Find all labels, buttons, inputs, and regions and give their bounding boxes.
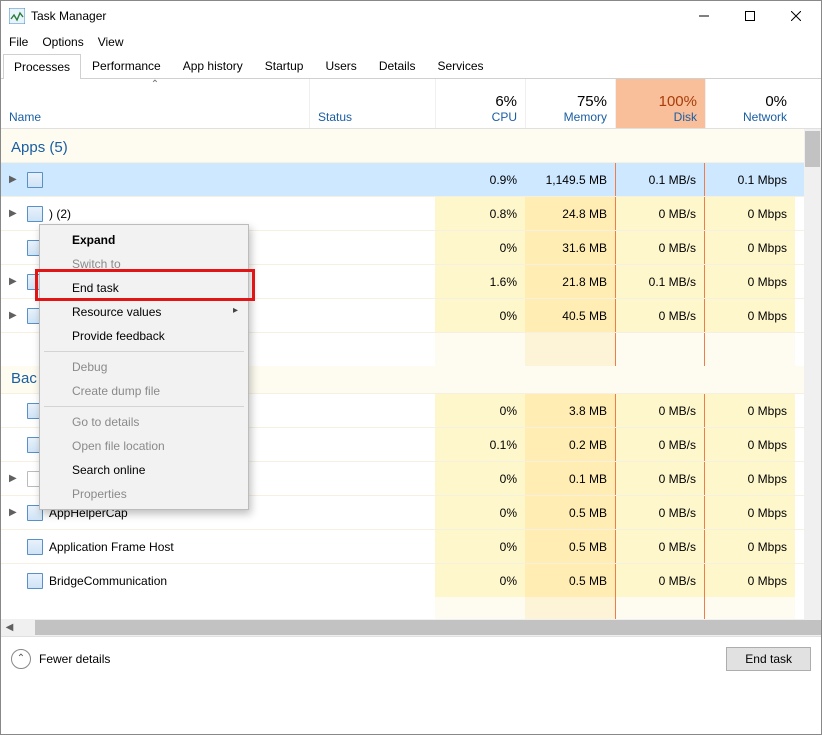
fewer-details-label: Fewer details: [39, 652, 110, 666]
fewer-details-toggle[interactable]: ⌃ Fewer details: [11, 649, 718, 669]
tab-app-history[interactable]: App history: [172, 53, 254, 78]
ctx-expand[interactable]: Expand: [42, 228, 246, 252]
col-network[interactable]: 0% Network: [705, 79, 795, 128]
process-icon: [27, 573, 43, 589]
minimize-button[interactable]: [681, 1, 727, 31]
tab-details[interactable]: Details: [368, 53, 427, 78]
ctx-provide-feedback[interactable]: Provide feedback: [42, 324, 246, 348]
tab-processes[interactable]: Processes: [3, 54, 81, 79]
menu-view[interactable]: View: [98, 35, 124, 49]
table-row[interactable]: Application Frame Host 0% 0.5 MB 0 MB/s …: [1, 529, 821, 563]
ctx-resource-values[interactable]: Resource values: [42, 300, 246, 324]
process-name: BridgeCommunication: [49, 574, 167, 588]
titlebar: Task Manager: [1, 1, 821, 31]
horizontal-scrollbar[interactable]: ◀: [1, 619, 821, 636]
tab-performance[interactable]: Performance: [81, 53, 172, 78]
process-icon: [27, 539, 43, 555]
cell-disk: 0.1 MB/s: [615, 163, 705, 196]
ctx-debug: Debug: [42, 355, 246, 379]
expand-icon[interactable]: ▶: [9, 174, 21, 185]
process-name: Application Frame Host: [49, 540, 174, 554]
close-button[interactable]: [773, 1, 819, 31]
scroll-left-icon[interactable]: ◀: [1, 622, 18, 633]
window-title: Task Manager: [31, 9, 106, 23]
col-memory[interactable]: 75% Memory: [525, 79, 615, 128]
col-name[interactable]: ⌃ Name: [1, 79, 309, 128]
expand-icon[interactable]: ▶: [9, 310, 21, 321]
cell-cpu: 0.9%: [435, 163, 525, 196]
expand-icon[interactable]: ▶: [9, 507, 21, 518]
process-icon: [27, 206, 43, 222]
sort-caret-icon: ⌃: [151, 79, 159, 90]
column-headers: ⌃ Name Status 6% CPU 75% Memory 100% Dis…: [1, 79, 821, 129]
group-apps-header[interactable]: Apps (5): [1, 129, 821, 162]
ctx-separator: [44, 351, 244, 352]
ctx-create-dump: Create dump file: [42, 379, 246, 403]
tab-startup[interactable]: Startup: [254, 53, 315, 78]
menu-file[interactable]: File: [9, 35, 28, 49]
col-disk-label: Disk: [674, 110, 697, 124]
vertical-scrollbar[interactable]: [804, 129, 821, 619]
menubar: File Options View: [1, 31, 821, 53]
expand-icon[interactable]: ▶: [9, 276, 21, 287]
col-cpu-pct: 6%: [495, 93, 517, 110]
col-mem-label: Memory: [564, 110, 607, 124]
col-name-label: Name: [9, 110, 301, 124]
ctx-search-online[interactable]: Search online: [42, 458, 246, 482]
ctx-separator: [44, 406, 244, 407]
ctx-end-task[interactable]: End task: [42, 276, 246, 300]
footer: ⌃ Fewer details End task: [1, 636, 821, 680]
scroll-thumb[interactable]: [805, 131, 820, 167]
col-status-label: Status: [318, 110, 427, 124]
expand-icon[interactable]: ▶: [9, 473, 21, 484]
cell-net: 0.1 Mbps: [705, 163, 795, 196]
col-mem-pct: 75%: [577, 93, 607, 110]
col-net-label: Network: [743, 110, 787, 124]
task-manager-icon: [9, 8, 25, 24]
col-disk[interactable]: 100% Disk: [615, 79, 705, 128]
end-task-button[interactable]: End task: [726, 647, 811, 671]
tabstrip: Processes Performance App history Startu…: [1, 53, 821, 79]
menu-options[interactable]: Options: [42, 35, 83, 49]
process-icon: [27, 172, 43, 188]
expand-icon[interactable]: ▶: [9, 208, 21, 219]
maximize-button[interactable]: [727, 1, 773, 31]
ctx-properties: Properties: [42, 482, 246, 506]
process-name: ) (2): [49, 207, 71, 221]
col-status[interactable]: Status: [309, 79, 435, 128]
col-disk-pct: 100%: [659, 93, 697, 110]
chevron-up-icon: ⌃: [11, 649, 31, 669]
table-row[interactable]: ▶ 0.9% 1,149.5 MB 0.1 MB/s 0.1 Mbps: [1, 162, 821, 196]
col-net-pct: 0%: [765, 93, 787, 110]
cell-mem: 1,149.5 MB: [525, 163, 615, 196]
ctx-open-file-location: Open file location: [42, 434, 246, 458]
col-cpu[interactable]: 6% CPU: [435, 79, 525, 128]
tab-users[interactable]: Users: [314, 53, 367, 78]
ctx-go-to-details: Go to details: [42, 410, 246, 434]
scroll-thumb[interactable]: [35, 620, 821, 635]
col-cpu-label: CPU: [492, 110, 517, 124]
tab-services[interactable]: Services: [427, 53, 495, 78]
context-menu: Expand Switch to End task Resource value…: [39, 224, 249, 510]
ctx-switch-to: Switch to: [42, 252, 246, 276]
table-row[interactable]: BridgeCommunication 0% 0.5 MB 0 MB/s 0 M…: [1, 563, 821, 597]
